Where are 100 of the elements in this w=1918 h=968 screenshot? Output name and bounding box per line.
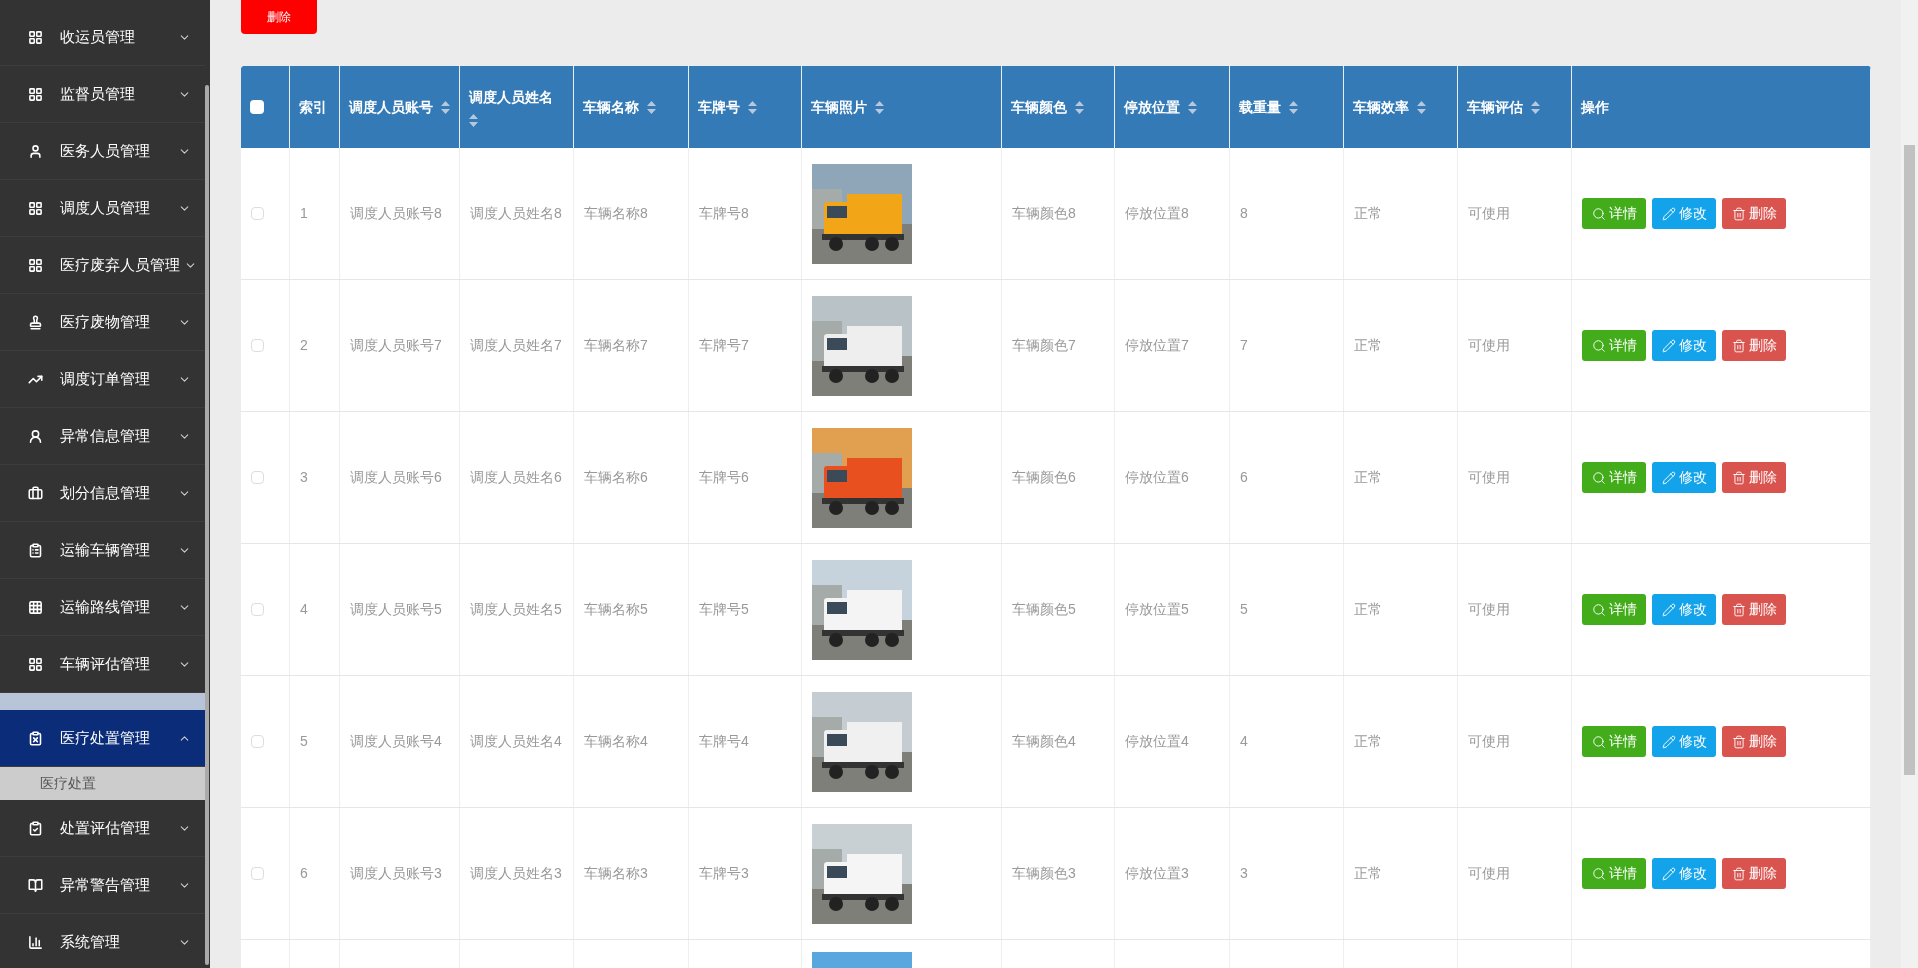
- table-cell-text: 车辆名称5: [584, 600, 648, 619]
- stamp-icon: [28, 314, 43, 330]
- sort-icon[interactable]: [748, 100, 757, 114]
- row-checkbox[interactable]: [251, 207, 264, 220]
- sidebar-label: 异常警告管理: [60, 874, 150, 895]
- table-cell-text: 3: [1240, 864, 1248, 883]
- search-icon: [1591, 866, 1606, 881]
- table-cell-text: 4: [1240, 732, 1248, 751]
- delete-button[interactable]: 删除: [1722, 198, 1786, 229]
- sidebar-label: 调度订单管理: [60, 368, 150, 389]
- table-cell-text: 8: [1240, 204, 1248, 223]
- table-cell-text: 调度人员账号8: [350, 204, 442, 223]
- edit-button[interactable]: 修改: [1652, 726, 1716, 757]
- row-checkbox[interactable]: [251, 603, 264, 616]
- sidebar-label: 车辆评估管理: [60, 653, 150, 674]
- table-cell-text: 3: [300, 468, 308, 487]
- sidebar-item[interactable]: 医疗处置管理: [0, 710, 205, 767]
- table-cell-text: 5: [1240, 600, 1248, 619]
- delete-button[interactable]: 删除: [1722, 594, 1786, 625]
- grid-icon: [28, 86, 43, 102]
- column-header: 调度人员账号: [349, 97, 433, 117]
- table-cell-text: 车辆颜色3: [1012, 864, 1076, 883]
- table-cell-text: 6: [300, 864, 308, 883]
- table-cell-text: 停放位置6: [1125, 468, 1189, 487]
- sort-icon[interactable]: [441, 100, 450, 114]
- table-cell-text: 停放位置7: [1125, 336, 1189, 355]
- delete-button[interactable]: 删除: [1722, 462, 1786, 493]
- table-cell-text: 调度人员账号7: [350, 336, 442, 355]
- sort-icon[interactable]: [1417, 100, 1426, 114]
- column-header: 车辆效率: [1353, 97, 1409, 117]
- grid-icon: [28, 257, 43, 273]
- trash-icon: [1731, 206, 1746, 221]
- grid-icon: [28, 656, 43, 672]
- sort-icon[interactable]: [1531, 100, 1540, 114]
- pencil-icon: [1661, 866, 1676, 881]
- table-cell-text: 车牌号7: [699, 336, 749, 355]
- sidebar-label: 调度人员管理: [60, 197, 150, 218]
- view-button[interactable]: 详情: [1582, 198, 1646, 229]
- sidebar-label: 划分信息管理: [60, 482, 150, 503]
- sort-icon[interactable]: [647, 100, 656, 114]
- column-header: 车辆名称: [583, 97, 639, 117]
- sidebar-label: 监督员管理: [60, 83, 135, 104]
- edit-button[interactable]: 修改: [1652, 462, 1716, 493]
- sidebar-label: 收运员管理: [60, 26, 135, 47]
- view-button[interactable]: 详情: [1582, 858, 1646, 889]
- table-cell-text: 正常: [1354, 336, 1382, 355]
- delete-button[interactable]: 删除: [1722, 858, 1786, 889]
- row-checkbox[interactable]: [251, 471, 264, 484]
- pencil-icon: [1661, 206, 1676, 221]
- page-scrollbar[interactable]: [1901, 0, 1918, 968]
- view-button[interactable]: 详情: [1582, 594, 1646, 625]
- table-cell-text: 调度人员姓名7: [470, 336, 562, 355]
- trash-icon: [1731, 602, 1746, 617]
- edit-button[interactable]: 修改: [1652, 330, 1716, 361]
- column-header: 操作: [1581, 97, 1609, 117]
- trash-icon: [1731, 338, 1746, 353]
- view-button[interactable]: 详情: [1582, 726, 1646, 757]
- edit-button[interactable]: 修改: [1652, 858, 1716, 889]
- table-cell-text: 4: [300, 600, 308, 619]
- sidebar-scrollbar[interactable]: [205, 85, 209, 965]
- table-cell-text: 停放位置3: [1125, 864, 1189, 883]
- table-cell-text: 5: [300, 732, 308, 751]
- row-checkbox[interactable]: [251, 867, 264, 880]
- delete-button[interactable]: 删除: [1722, 330, 1786, 361]
- delete-button[interactable]: 删除: [1722, 726, 1786, 757]
- sidebar-label: 医疗处置管理: [60, 727, 150, 748]
- table-cell-text: 调度人员姓名5: [470, 600, 562, 619]
- select-all-checkbox[interactable]: [250, 100, 264, 114]
- table-cell-text: 正常: [1354, 468, 1382, 487]
- sort-icon[interactable]: [875, 100, 884, 114]
- row-checkbox[interactable]: [251, 339, 264, 352]
- sidebar-label: 运输车辆管理: [60, 539, 150, 560]
- trash-icon: [1731, 866, 1746, 881]
- table-icon: [28, 599, 43, 615]
- sidebar-label: 医疗废物管理: [60, 311, 150, 332]
- table-cell-text: 正常: [1354, 204, 1382, 223]
- table-cell-text: 停放位置8: [1125, 204, 1189, 223]
- table-cell-text: 停放位置4: [1125, 732, 1189, 751]
- sort-icon[interactable]: [1075, 100, 1084, 114]
- edit-button[interactable]: 修改: [1652, 198, 1716, 229]
- table-cell-text: 可使用: [1468, 468, 1510, 487]
- submenu-item[interactable]: 医疗处置: [0, 767, 205, 800]
- delete-button[interactable]: 删除: [241, 0, 317, 34]
- sort-icon[interactable]: [469, 114, 478, 127]
- bar-chart-icon: [28, 934, 43, 950]
- row-checkbox[interactable]: [251, 735, 264, 748]
- table-cell-text: 正常: [1354, 600, 1382, 619]
- view-button[interactable]: 详情: [1582, 330, 1646, 361]
- column-header: 车辆颜色: [1011, 97, 1067, 117]
- search-icon: [1591, 602, 1606, 617]
- sidebar-label: 处置评估管理: [60, 817, 150, 838]
- table-cell-text: 2: [300, 336, 308, 355]
- sort-icon[interactable]: [1188, 100, 1197, 114]
- edit-button[interactable]: 修改: [1652, 594, 1716, 625]
- table-cell-text: 7: [1240, 336, 1248, 355]
- table-cell-text: 可使用: [1468, 336, 1510, 355]
- sidebar-label: 系统管理: [60, 931, 120, 952]
- table-cell-text: 车牌号4: [699, 732, 749, 751]
- sort-icon[interactable]: [1289, 100, 1298, 114]
- view-button[interactable]: 详情: [1582, 462, 1646, 493]
